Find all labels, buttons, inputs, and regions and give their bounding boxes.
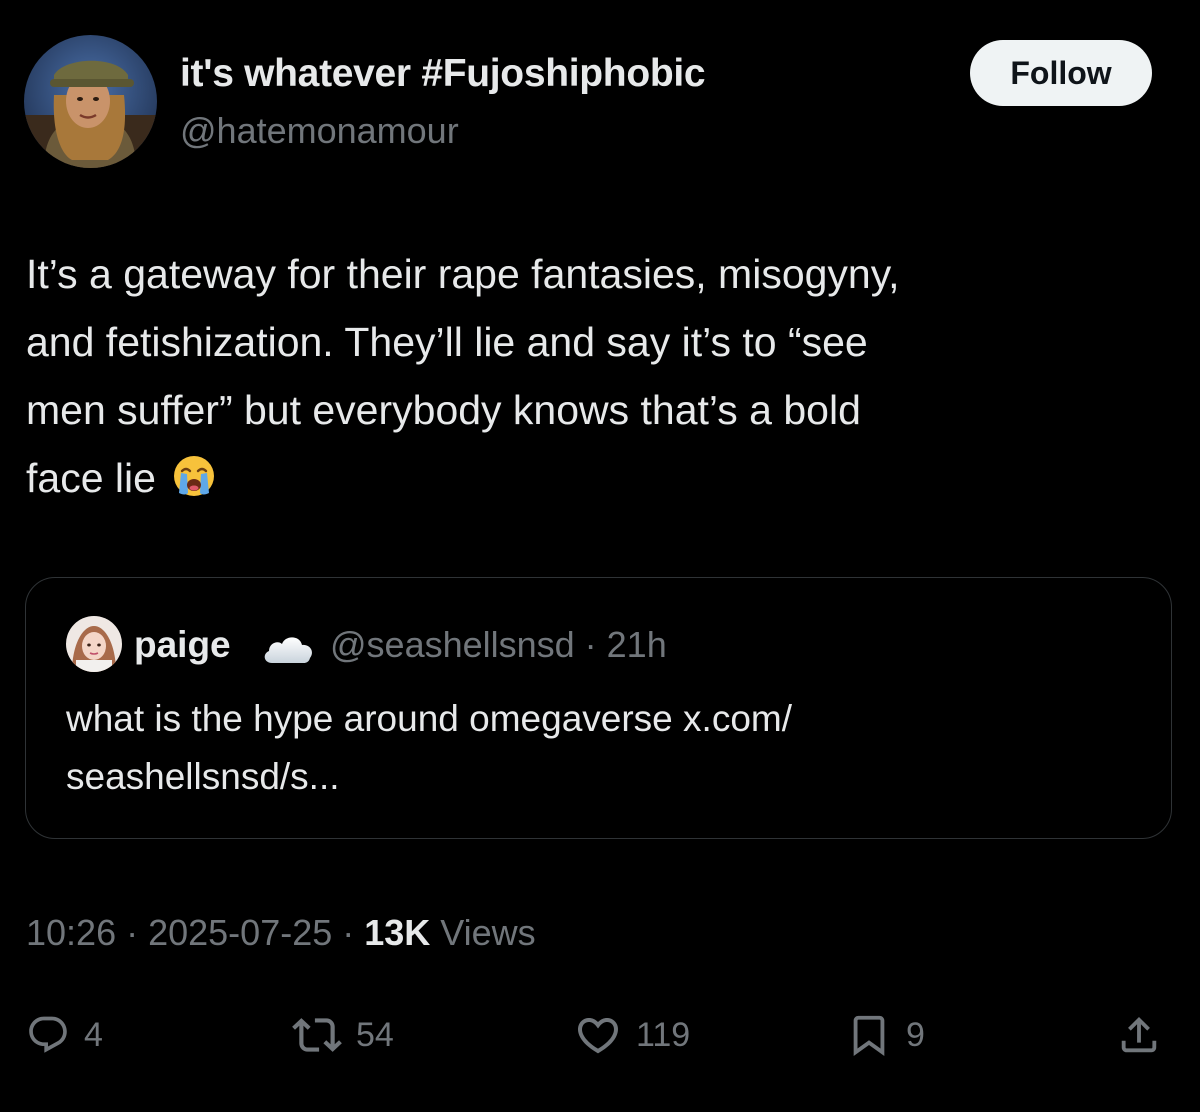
tweet-text-line: It’s a gateway for their rape fantasies,… [26, 251, 900, 297]
loudly-crying-face-icon [174, 456, 215, 496]
tweet-text-line: men suffer” but everybody knows that’s a… [26, 387, 861, 433]
views-count: 13K [364, 912, 431, 953]
tweet-text: It’s a gateway for their rape fantasies,… [26, 240, 1146, 512]
quoted-tweet-text: what is the hype around omegaverse x.com… [66, 690, 1146, 806]
cloud-icon [264, 637, 313, 663]
bookmark-button[interactable]: 9 [846, 1000, 925, 1070]
repost-count: 54 [356, 1015, 394, 1054]
tweet-text-line-content: face lie [26, 455, 156, 501]
author-avatar[interactable] [24, 35, 157, 168]
repost-button[interactable]: 54 [292, 1000, 394, 1070]
action-bar: 4 54 119 9 [0, 1000, 1200, 1070]
views-label: Views [430, 912, 536, 953]
share-button[interactable] [1116, 1000, 1162, 1070]
tweet-text-line: and fetishization. They’ll lie and say i… [26, 319, 868, 365]
quoted-text-line: seashellsnsd/s... [66, 756, 340, 797]
tweet-time[interactable]: 10:26 [26, 912, 116, 953]
meta-separator: · [116, 912, 149, 953]
meta-separator: · [332, 912, 365, 953]
reply-button[interactable]: 4 [26, 1000, 103, 1070]
share-icon [1121, 1016, 1157, 1053]
quoted-handle-time: @seashellsnsd · 21h [330, 624, 667, 665]
bookmark-icon [853, 1015, 885, 1056]
like-count: 119 [636, 1015, 691, 1054]
quoted-text-line: what is the hype around omegaverse x.com… [66, 698, 792, 739]
avatar-photo [24, 35, 157, 168]
reply-count: 4 [84, 1015, 103, 1054]
quoted-author-avatar [66, 616, 122, 672]
heart-icon [577, 1018, 619, 1054]
like-button[interactable]: 119 [574, 1000, 690, 1070]
bookmark-count: 9 [906, 1015, 925, 1054]
repost-icon [292, 1018, 342, 1052]
follow-button[interactable]: Follow [970, 40, 1152, 106]
quoted-avatar-photo [66, 616, 122, 672]
quoted-author-name[interactable]: paige [134, 624, 231, 666]
tweet-date[interactable]: 2025-07-25 [148, 912, 332, 953]
author-handle[interactable]: @hatemonamour [180, 110, 459, 152]
tweet-text-line: face lie [26, 444, 1146, 512]
author-display-name[interactable]: it's whatever #Fujoshiphobic [180, 52, 706, 96]
quoted-tweet-card[interactable]: paige @seashellsnsd · 21h what is the hy… [25, 577, 1172, 839]
tweet-meta: 10:26 · 2025-07-25 · 13K Views [26, 912, 536, 954]
reply-icon [29, 1016, 67, 1053]
